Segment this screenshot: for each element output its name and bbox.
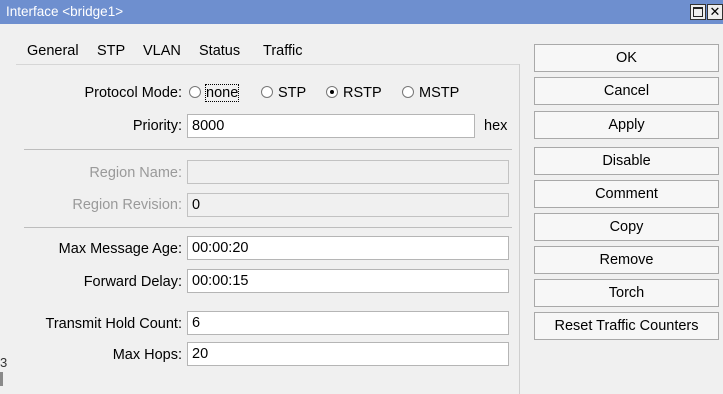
priority-label: Priority:	[132, 118, 182, 134]
section-divider	[24, 227, 512, 228]
priority-field[interactable]: 8000	[187, 114, 475, 138]
reset-traffic-counters-button[interactable]: Reset Traffic Counters	[534, 312, 719, 340]
max-message-age-field[interactable]: 00:00:20	[187, 236, 509, 260]
tab-traffic[interactable]: Traffic	[260, 40, 305, 63]
forward-delay-label: Forward Delay:	[83, 274, 182, 290]
tab-vlan[interactable]: VLAN	[140, 40, 184, 63]
max-hops-label: Max Hops:	[112, 347, 182, 363]
radio-stp-label: STP	[278, 85, 307, 101]
radio-circle-icon	[261, 86, 273, 99]
apply-button[interactable]: Apply	[534, 111, 719, 139]
window-titlebar: Interface <bridge1> ✕	[0, 0, 723, 24]
priority-unit: hex	[484, 118, 508, 134]
region-name-field[interactable]	[187, 160, 509, 184]
region-revision-field[interactable]: 0	[187, 193, 509, 217]
region-name-label: Region Name:	[89, 165, 182, 181]
tab-general[interactable]: General	[24, 40, 82, 63]
radio-rstp[interactable]: RSTP	[326, 85, 382, 101]
region-revision-label: Region Revision:	[72, 197, 182, 213]
disable-button[interactable]: Disable	[534, 147, 719, 175]
window-title: Interface <bridge1>	[6, 4, 124, 19]
panel-separator	[519, 64, 520, 394]
radio-circle-icon	[189, 86, 201, 99]
radio-circle-icon	[402, 86, 414, 99]
section-divider	[24, 149, 512, 150]
transmit-hold-count-field[interactable]: 6	[187, 311, 509, 335]
transmit-hold-count-label: Transmit Hold Count:	[45, 316, 182, 332]
maximize-icon[interactable]	[690, 4, 706, 20]
radio-stp[interactable]: STP	[261, 85, 306, 101]
forward-delay-field[interactable]: 00:00:15	[187, 269, 509, 293]
radio-none[interactable]: none	[189, 84, 240, 102]
comment-button[interactable]: Comment	[534, 180, 719, 208]
background-edge	[0, 372, 3, 386]
tab-stp[interactable]: STP	[94, 40, 129, 63]
tab-status[interactable]: Status	[196, 40, 243, 63]
background-fragment: 3	[0, 355, 8, 370]
radio-selected-icon	[326, 86, 338, 99]
protocol-mode-label: Protocol Mode:	[84, 85, 182, 101]
max-message-age-label: Max Message Age:	[58, 241, 182, 257]
remove-button[interactable]: Remove	[534, 246, 719, 274]
radio-rstp-label: RSTP	[343, 85, 382, 101]
cancel-button[interactable]: Cancel	[534, 77, 719, 105]
radio-mstp-label: MSTP	[419, 85, 460, 101]
radio-none-label: none	[204, 84, 240, 102]
torch-button[interactable]: Torch	[534, 279, 719, 307]
close-icon[interactable]: ✕	[707, 4, 723, 20]
ok-button[interactable]: OK	[534, 44, 719, 72]
radio-mstp[interactable]: MSTP	[402, 85, 459, 101]
copy-button[interactable]: Copy	[534, 213, 719, 241]
max-hops-field[interactable]: 20	[187, 342, 509, 366]
tab-divider	[16, 64, 519, 65]
